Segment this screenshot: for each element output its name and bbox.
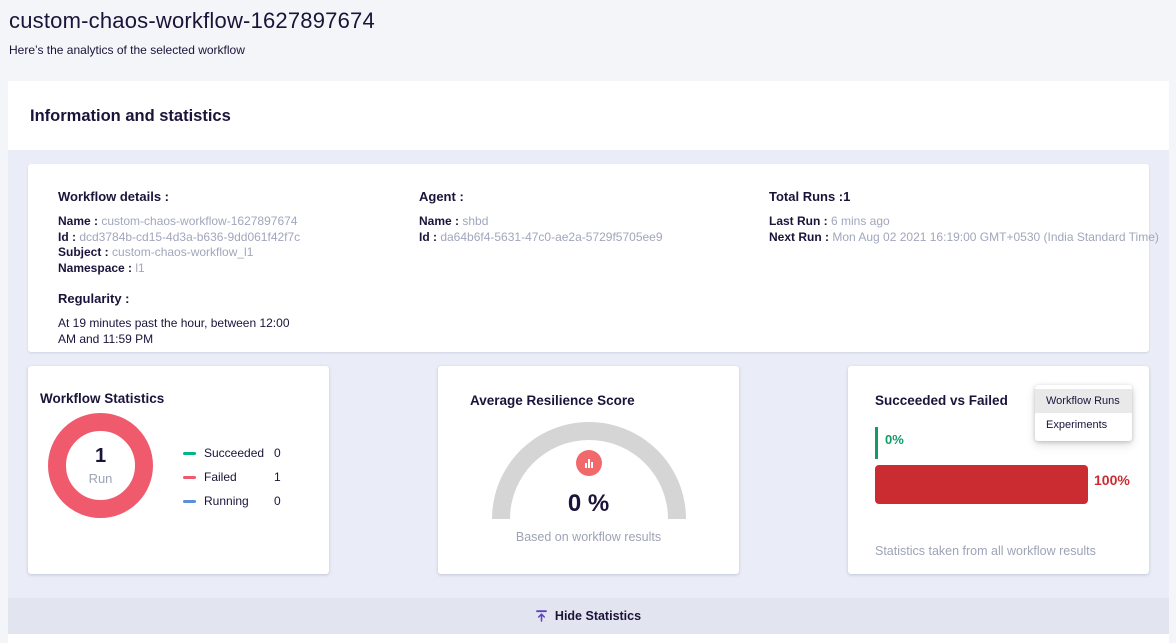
dropdown-item-workflow-runs[interactable]: Workflow Runs [1035, 389, 1132, 413]
workflow-subject-line: Subject : custom-chaos-workflow_l1 [58, 245, 419, 261]
donut-center-label: Run [89, 471, 113, 486]
collapse-up-icon [536, 610, 547, 622]
agent-id-line: Id : da64b6f4-5631-47c0-ae2a-5729f5705ee… [419, 230, 769, 246]
regularity-heading: Regularity : [58, 292, 419, 306]
runs-donut-chart: 1 Run [48, 413, 153, 518]
legend-row-succeeded: Succeeded 0 [183, 447, 281, 460]
regularity-text: At 19 minutes past the hour, between 12:… [58, 316, 310, 347]
dropdown-item-experiments[interactable]: Experiments [1035, 413, 1132, 437]
total-runs-heading: Total Runs :1 [769, 190, 1159, 204]
succeeded-vs-failed-caption: Statistics taken from all workflow resul… [875, 544, 1096, 558]
workflow-details-heading: Workflow details : [58, 190, 419, 204]
legend-row-running: Running 0 [183, 495, 281, 508]
failed-percentage: 100% [1094, 472, 1130, 488]
running-swatch-icon [183, 500, 196, 503]
donut-legend: Succeeded 0 Failed 1 Running 0 [183, 447, 281, 519]
results-filter-dropdown[interactable]: Workflow Runs Experiments [1035, 385, 1132, 441]
total-runs-column: Total Runs :1 Last Run : 6 mins ago Next… [769, 190, 1159, 352]
succeeded-swatch-icon [183, 452, 196, 455]
succeeded-vs-failed-title: Succeeded vs Failed [875, 393, 1008, 408]
section-heading: Information and statistics [8, 81, 1169, 150]
workflow-id-line: Id : dcd3784b-cd15-4d3a-b636-9dd061f42f7… [58, 230, 419, 246]
stats-panel: Workflow details : Name : custom-chaos-w… [8, 150, 1169, 598]
resilience-score-card: Average Resilience Score 0 % Based on wo… [438, 366, 739, 574]
regularity-block: Regularity : At 19 minutes past the hour… [58, 292, 419, 347]
hide-statistics-label: Hide Statistics [555, 609, 641, 623]
legend-row-failed: Failed 1 [183, 471, 281, 484]
agent-column: Agent : Name : shbd Id : da64b6f4-5631-4… [419, 190, 769, 352]
page-subtitle: Here’s the analytics of the selected wor… [9, 43, 1176, 57]
resilience-caption: Based on workflow results [438, 530, 739, 544]
hide-statistics-button[interactable]: Hide Statistics [8, 598, 1169, 634]
succeeded-vs-failed-card: Succeeded vs Failed 0% 100% Statistics t… [848, 366, 1149, 574]
information-statistics-section: Information and statistics Workflow deta… [8, 81, 1169, 643]
page-header: custom-chaos-workflow-1627897674 Here’s … [0, 0, 1176, 81]
failed-bar [875, 465, 1088, 504]
workflow-namespace-line: Namespace : l1 [58, 261, 419, 277]
resilience-value: 0 % [438, 490, 739, 518]
workflow-details-column: Workflow details : Name : custom-chaos-w… [58, 190, 419, 352]
resilience-title: Average Resilience Score [470, 393, 635, 408]
last-run-line: Last Run : 6 mins ago [769, 214, 1159, 230]
succeeded-bar [875, 427, 878, 459]
next-run-line: Next Run : Mon Aug 02 2021 16:19:00 GMT+… [769, 230, 1159, 246]
bar-chart-icon [576, 450, 602, 476]
stat-cards-row: Workflow Statistics 1 Run Succeeded 0 [28, 366, 1149, 574]
donut-center-value: 1 [95, 445, 106, 468]
succeeded-percentage: 0% [885, 432, 904, 447]
page-title: custom-chaos-workflow-1627897674 [9, 7, 1176, 34]
workflow-name-line: Name : custom-chaos-workflow-1627897674 [58, 214, 419, 230]
workflow-statistics-card: Workflow Statistics 1 Run Succeeded 0 [28, 366, 329, 574]
page: custom-chaos-workflow-1627897674 Here’s … [0, 0, 1176, 643]
failed-swatch-icon [183, 476, 196, 479]
agent-name-line: Name : shbd [419, 214, 769, 230]
agent-heading: Agent : [419, 190, 769, 204]
workflow-statistics-title: Workflow Statistics [40, 391, 164, 406]
workflow-details-card: Workflow details : Name : custom-chaos-w… [28, 164, 1149, 352]
